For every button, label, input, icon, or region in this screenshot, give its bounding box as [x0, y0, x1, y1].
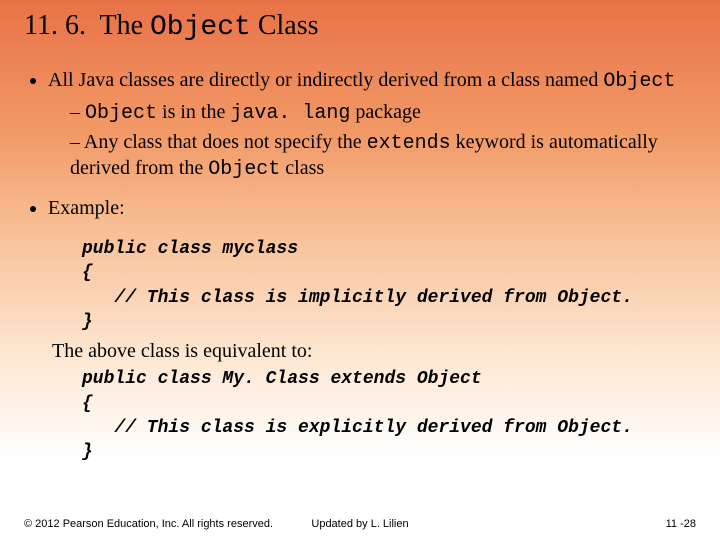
title-pre: The	[99, 10, 150, 41]
slide-title: 11. 6. The Object Class	[24, 10, 696, 44]
code-block-1: public class myclass { // This class is …	[82, 237, 696, 334]
title-section: 11. 6.	[24, 10, 86, 41]
b1s2-seg1: Any class that does not specify the	[84, 131, 367, 153]
bullet-1-sub-2: Any class that does not specify the exte…	[70, 130, 696, 182]
title-code: Object	[150, 12, 251, 43]
bullet-1-sublist: Object is in the java. lang package Any …	[48, 100, 696, 182]
b1s1-code2: java. lang	[230, 102, 350, 125]
b1s2-code2: Object	[208, 158, 280, 181]
footer-updated: Updated by L. Lilien	[311, 518, 408, 530]
title-post: Class	[251, 10, 319, 41]
code-block-2: public class My. Class extends Object { …	[82, 367, 696, 464]
b1s1-code1: Object	[85, 102, 157, 125]
b1-seg1: All Java classes are directly or indirec…	[48, 69, 603, 91]
b1s2-seg3: class	[280, 157, 324, 179]
slide: 11. 6. The Object Class All Java classes…	[0, 0, 720, 540]
b1s2-code1: extends	[367, 132, 451, 155]
equivalent-text: The above class is equivalent to:	[52, 340, 696, 363]
footer-page-number: 11 -28	[666, 518, 696, 530]
b2-label: Example:	[48, 197, 125, 219]
footer-copyright: © 2012 Pearson Education, Inc. All right…	[24, 518, 273, 530]
bullet-2: Example:	[48, 196, 696, 221]
b1-code1: Object	[603, 70, 675, 93]
bullet-list: All Java classes are directly or indirec…	[24, 68, 696, 221]
b1s1-seg1: is in the	[157, 101, 230, 123]
bullet-1-sub-1: Object is in the java. lang package	[70, 100, 696, 126]
b1s1-seg2: package	[350, 101, 421, 123]
bullet-1: All Java classes are directly or indirec…	[48, 68, 696, 182]
footer: © 2012 Pearson Education, Inc. All right…	[24, 518, 696, 530]
